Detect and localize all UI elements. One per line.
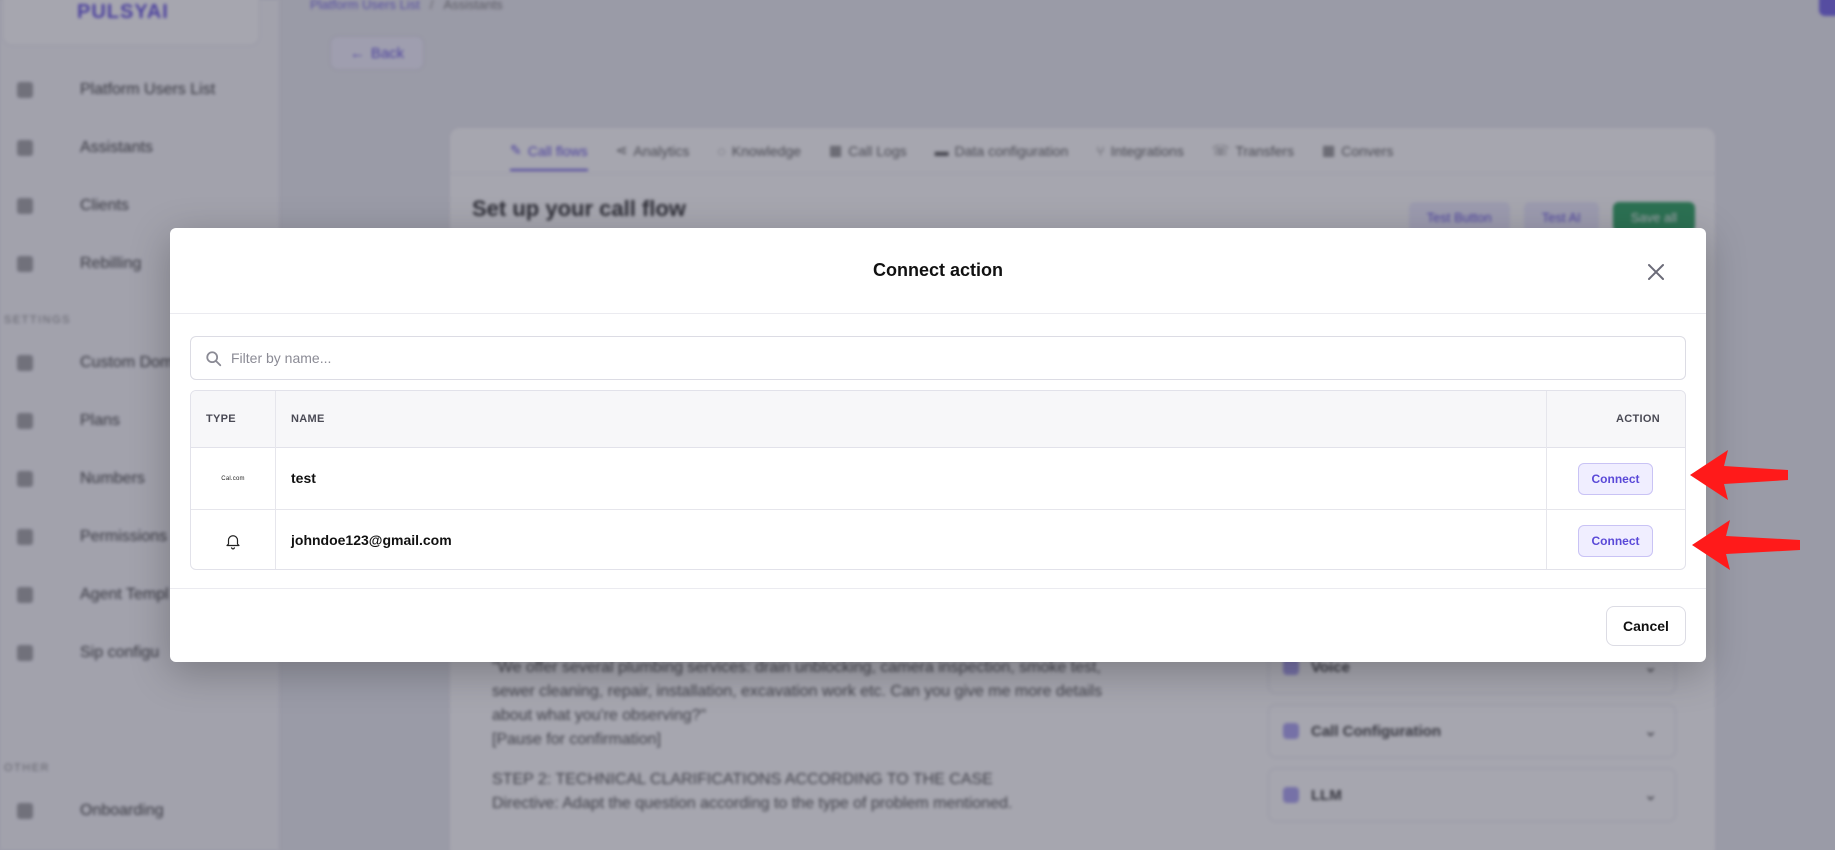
modal-footer: Cancel [170, 588, 1706, 662]
modal-title: Connect action [872, 260, 1003, 280]
table-row: johndoe123@gmail.com Connect [191, 509, 1685, 569]
column-header-type: TYPE [206, 413, 236, 425]
connect-action-modal: Connect action TYPE NAME ACTION Cal.com … [170, 228, 1706, 662]
annotation-arrow-icon [1692, 520, 1800, 570]
action-name: test [291, 470, 316, 486]
cancel-button[interactable]: Cancel [1606, 606, 1686, 646]
search-icon [206, 351, 222, 367]
filter-input[interactable] [231, 337, 1671, 379]
filter-field [190, 336, 1686, 380]
annotation-arrow-icon [1690, 450, 1788, 500]
modal-header: Connect action [170, 228, 1706, 314]
actions-table: TYPE NAME ACTION Cal.com test Connect jo… [190, 390, 1686, 570]
column-header-action: ACTION [1616, 413, 1660, 425]
column-header-name: NAME [291, 413, 325, 425]
close-icon [1648, 264, 1664, 280]
table-row: Cal.com test Connect [191, 448, 1685, 509]
calcom-logo: Cal.com [221, 475, 245, 482]
connect-button[interactable]: Connect [1578, 463, 1653, 495]
bell-icon [226, 534, 240, 549]
type-cell [191, 510, 275, 569]
close-button[interactable] [1644, 260, 1668, 284]
table-header: TYPE NAME ACTION [191, 391, 1685, 448]
type-cell: Cal.com [191, 448, 275, 509]
action-name: johndoe123@gmail.com [291, 532, 452, 548]
connect-button[interactable]: Connect [1578, 525, 1653, 557]
